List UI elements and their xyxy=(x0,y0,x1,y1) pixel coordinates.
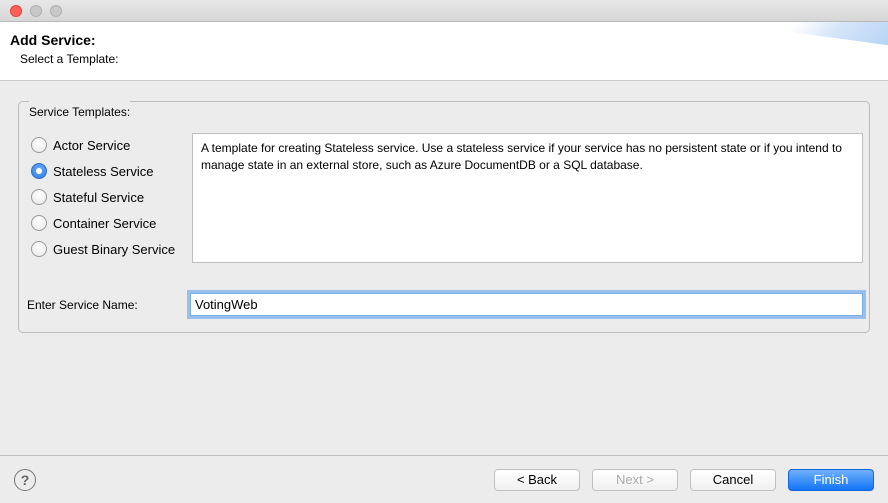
next-button[interactable]: Next > xyxy=(592,469,678,491)
service-name-label: Enter Service Name: xyxy=(27,298,182,312)
back-button[interactable]: < Back xyxy=(494,469,580,491)
header-decoration xyxy=(718,22,888,80)
radio-actor-service[interactable]: Actor Service xyxy=(31,137,178,153)
radio-icon xyxy=(31,163,47,179)
template-list: Actor Service Stateless Service Stateful… xyxy=(27,133,182,263)
service-name-input[interactable] xyxy=(190,293,863,316)
help-icon[interactable]: ? xyxy=(14,469,36,491)
radio-label: Stateful Service xyxy=(53,190,144,205)
radio-stateless-service[interactable]: Stateless Service xyxy=(31,163,178,179)
radio-icon xyxy=(31,189,47,205)
radio-icon xyxy=(31,137,47,153)
wizard-header: Add Service: Select a Template: xyxy=(0,22,888,81)
radio-stateful-service[interactable]: Stateful Service xyxy=(31,189,178,205)
radio-guest-binary-service[interactable]: Guest Binary Service xyxy=(31,241,178,257)
radio-label: Container Service xyxy=(53,216,156,231)
wizard-content: Service Templates: Actor Service Statele… xyxy=(0,81,888,451)
close-icon[interactable] xyxy=(10,5,22,17)
window-titlebar xyxy=(0,0,888,22)
template-description: A template for creating Stateless servic… xyxy=(192,133,863,263)
radio-label: Guest Binary Service xyxy=(53,242,175,257)
radio-icon xyxy=(31,241,47,257)
radio-container-service[interactable]: Container Service xyxy=(31,215,178,231)
radio-label: Stateless Service xyxy=(53,164,153,179)
radio-label: Actor Service xyxy=(53,138,130,153)
section-label: Service Templates: xyxy=(29,101,130,119)
minimize-icon xyxy=(30,5,42,17)
page-subtitle: Select a Template: xyxy=(10,52,878,66)
wizard-footer: ? < Back Next > Cancel Finish xyxy=(0,455,888,503)
maximize-icon xyxy=(50,5,62,17)
service-name-row: Enter Service Name: xyxy=(19,271,869,332)
radio-icon xyxy=(31,215,47,231)
finish-button[interactable]: Finish xyxy=(788,469,874,491)
service-templates-group: Service Templates: Actor Service Statele… xyxy=(18,101,870,333)
page-title: Add Service: xyxy=(10,32,878,48)
cancel-button[interactable]: Cancel xyxy=(690,469,776,491)
